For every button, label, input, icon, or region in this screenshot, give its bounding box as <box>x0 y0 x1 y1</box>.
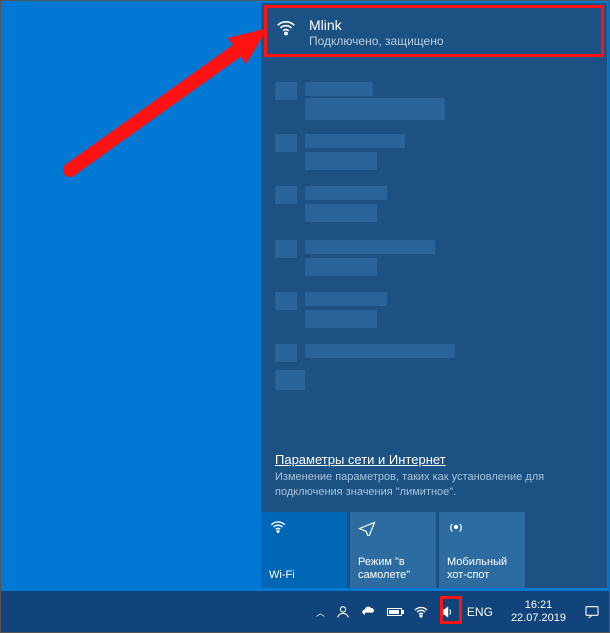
people-icon[interactable] <box>335 604 351 620</box>
hotspot-icon <box>447 518 517 539</box>
tray-overflow-chevron-icon[interactable]: ︿ <box>316 606 325 619</box>
volume-icon[interactable] <box>439 604 455 620</box>
network-flyout: ︿ Mlink Подключено, защищено <box>261 3 607 588</box>
wifi-icon <box>269 518 339 539</box>
network-settings-desc: Изменение параметров, таких как установл… <box>275 470 593 500</box>
tile-airplane-mode[interactable]: Режим "в самолете" <box>350 512 436 588</box>
network-list: Mlink Подключено, защищено <box>261 3 607 446</box>
wifi-tray-icon[interactable] <box>413 604 429 620</box>
tile-wifi[interactable]: Wi-Fi <box>261 512 347 588</box>
tile-label: Режим "в самолете" <box>358 556 428 582</box>
network-status: Подключено, защищено <box>309 34 444 48</box>
network-name: Mlink <box>309 17 444 33</box>
airplane-icon <box>358 518 428 539</box>
clock-time: 16:21 <box>511 599 566 612</box>
quick-action-tiles: Wi-Fi Режим "в самолете" Мобильный хот-с… <box>261 512 607 588</box>
battery-icon[interactable] <box>387 604 403 620</box>
tile-label: Мобильный хот-спот <box>447 556 517 582</box>
network-item-connected[interactable]: Mlink Подключено, защищено <box>261 9 607 60</box>
blurred-network-list <box>261 62 607 400</box>
onedrive-icon[interactable] <box>361 604 377 620</box>
wifi-icon <box>275 17 297 39</box>
network-settings-section: Параметры сети и Интернет Изменение пара… <box>261 446 607 512</box>
system-tray: ︿ ENG 16:21 22.07.2019 <box>316 599 606 625</box>
clock[interactable]: 16:21 22.07.2019 <box>505 599 572 625</box>
tile-mobile-hotspot[interactable]: Мобильный хот-спот <box>439 512 525 588</box>
tile-label: Wi-Fi <box>269 569 339 582</box>
clock-date: 22.07.2019 <box>511 612 566 625</box>
language-indicator[interactable]: ENG <box>465 605 495 619</box>
network-settings-link[interactable]: Параметры сети и Интернет <box>275 452 446 467</box>
action-center-icon[interactable] <box>584 604 600 620</box>
taskbar: ︿ ENG 16:21 22.07.2019 <box>0 591 610 633</box>
